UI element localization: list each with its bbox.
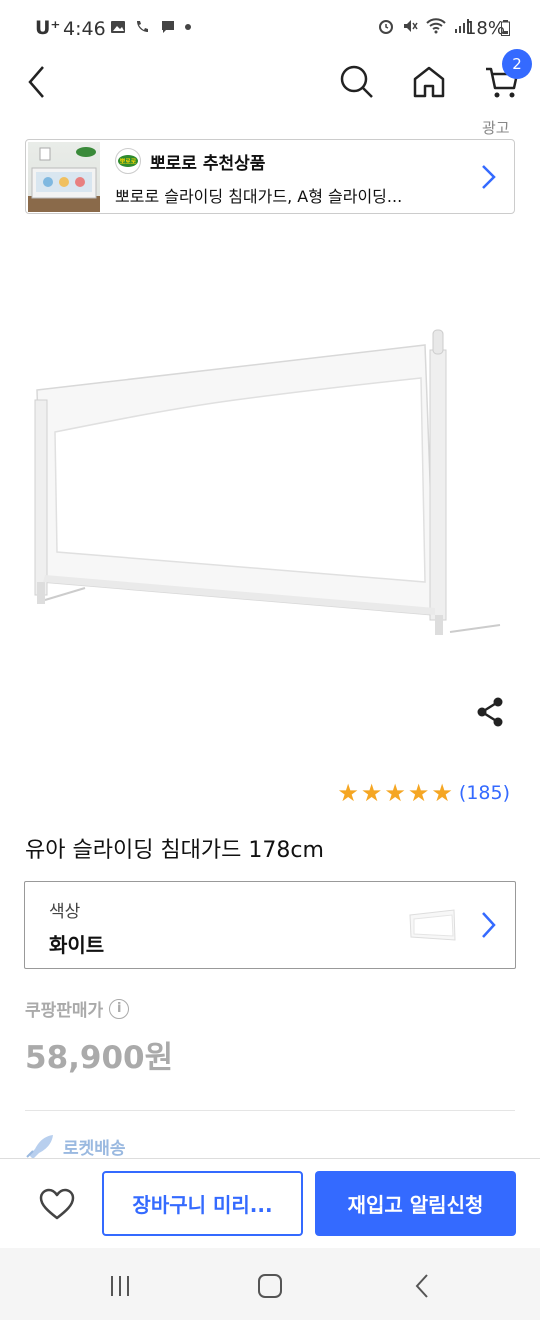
system-nav-bar — [0, 1248, 540, 1320]
review-count[interactable]: (185) — [459, 782, 510, 804]
product-title: 유아 슬라이딩 침대가드 178cm — [25, 838, 324, 863]
price-label: 쿠팡판매가 — [25, 1001, 104, 1021]
search-button[interactable] — [333, 58, 381, 106]
star-icon: ★ — [431, 779, 453, 807]
star-icon: ★ — [407, 779, 430, 807]
color-option-selector[interactable]: 색상 화이트 — [24, 881, 516, 969]
ad-label: 광고 — [482, 119, 510, 137]
ad-banner[interactable]: 뽀로로 뽀로로 추천상품 뽀로로 슬라이딩 침대가드, A형 슬라이딩... — [25, 139, 515, 214]
alarm-icon — [379, 20, 393, 34]
notification-icons — [110, 19, 192, 35]
top-nav — [0, 58, 540, 116]
back-button[interactable] — [12, 58, 60, 106]
share-icon — [477, 697, 503, 727]
chat-icon — [162, 21, 174, 33]
divider — [25, 1110, 515, 1111]
search-icon — [340, 65, 373, 98]
back-chevron-icon — [415, 1274, 428, 1298]
dot-icon — [185, 24, 191, 30]
wifi-call-icon — [137, 21, 148, 32]
chevron-right-icon — [482, 912, 496, 938]
wishlist-button[interactable] — [32, 1179, 82, 1229]
recent-apps-button[interactable] — [100, 1268, 140, 1304]
clock: 4:46 — [63, 18, 106, 40]
rocket-delivery-label: 로켓배송 — [63, 1138, 126, 1159]
ad-brand-title: 뽀로로 추천상품 — [150, 154, 266, 174]
system-icons — [378, 18, 470, 34]
share-button[interactable] — [470, 692, 510, 732]
option-label: 색상 — [49, 902, 81, 922]
cart-count-badge: 2 — [502, 49, 532, 79]
rocket-delivery: 로켓배송 — [25, 1133, 126, 1159]
price-label-row: 쿠팡판매가 i — [25, 996, 130, 1021]
mute-icon — [404, 20, 418, 32]
add-to-cart-button[interactable]: 장바구니 미리... — [102, 1171, 303, 1236]
home-button[interactable] — [405, 58, 453, 106]
star-icon: ★ — [384, 779, 406, 807]
star-icon: ★ — [337, 779, 359, 807]
ad-thumbnail — [28, 142, 100, 212]
restock-alert-button[interactable]: 재입고 알림신청 — [315, 1171, 516, 1236]
home-icon — [413, 66, 445, 98]
carrier-label: U⁺ — [35, 17, 61, 39]
status-bar: U⁺ 4:46 18% — [0, 0, 540, 58]
price: 58,900원 — [25, 1040, 174, 1076]
ad-description: 뽀로로 슬라이딩 침대가드, A형 슬라이딩... — [115, 187, 403, 206]
chevron-right-icon — [482, 165, 496, 189]
battery-level: 18% — [464, 18, 505, 39]
image-icon — [111, 21, 125, 33]
pororo-logo: 뽀로로 — [115, 148, 141, 174]
rocket-icon — [26, 1135, 53, 1159]
home-system-button[interactable] — [250, 1268, 290, 1304]
product-image[interactable] — [25, 320, 510, 645]
battery-icon — [501, 20, 510, 36]
heart-icon — [39, 1188, 75, 1220]
star-icon: ★ — [360, 779, 383, 807]
info-icon[interactable]: i — [109, 998, 130, 1019]
wifi-icon — [426, 18, 446, 34]
recent-apps-icon — [111, 1276, 129, 1296]
back-arrow-icon — [28, 66, 44, 98]
rating[interactable]: ★ ★ ★ ★ ★ (185) — [337, 781, 510, 805]
option-thumbnail — [408, 907, 458, 943]
option-value: 화이트 — [49, 933, 105, 957]
home-square-icon — [258, 1274, 282, 1298]
bottom-action-bar: 장바구니 미리... 재입고 알림신청 — [0, 1158, 540, 1248]
system-back-button[interactable] — [402, 1268, 442, 1304]
svg-text:뽀로로: 뽀로로 — [120, 159, 137, 166]
